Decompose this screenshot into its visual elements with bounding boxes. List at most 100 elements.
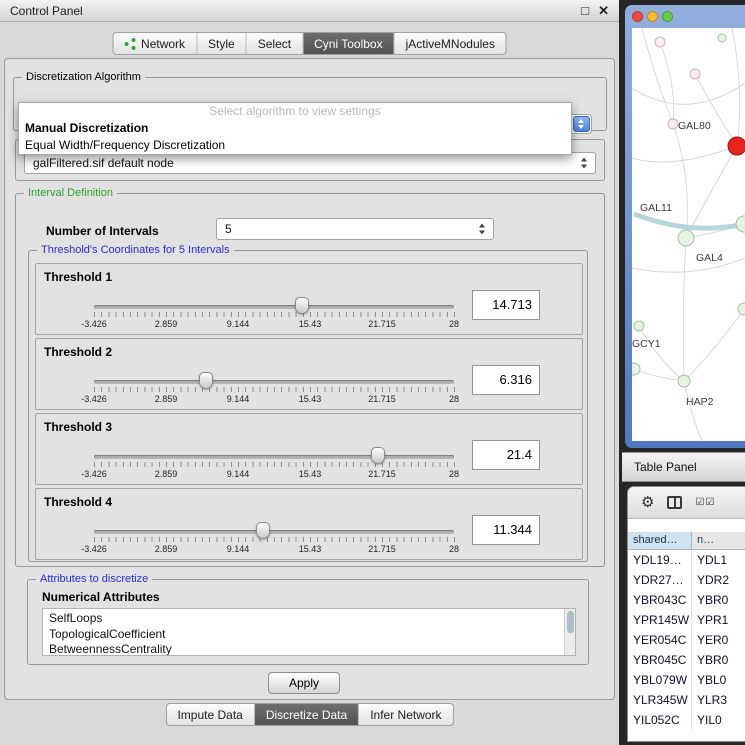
- close-window-icon[interactable]: [632, 11, 643, 22]
- attributes-list[interactable]: SelfLoopsTopologicalCoefficientBetweenne…: [42, 608, 576, 656]
- network-canvas-container[interactable]: GAL80GAL11GAL4GCY1HAP2: [632, 28, 745, 441]
- column-header-name[interactable]: n…: [692, 532, 745, 549]
- network-edge: [632, 258, 745, 272]
- apply-button[interactable]: Apply: [268, 672, 340, 694]
- combo-arrows-icon: [478, 223, 487, 236]
- node-label: HAP2: [686, 396, 714, 408]
- network-node-green[interactable]: [634, 321, 644, 331]
- select-columns-icon[interactable]: ☑☑: [695, 498, 715, 508]
- attributes-group-label: Attributes to discretize: [36, 572, 152, 586]
- network-node-green[interactable]: [718, 34, 726, 42]
- threshold-value-field[interactable]: 11.344: [472, 515, 540, 545]
- list-scrollbar[interactable]: [564, 609, 575, 655]
- algorithm-group: Discretization Algorithm Select algorith…: [13, 77, 607, 131]
- tab-label: Cyni Toolbox: [314, 37, 382, 51]
- tab-jactivemnodules[interactable]: jActiveMNodules: [395, 33, 506, 54]
- network-edge: [684, 309, 744, 381]
- cell-shared-name: YBL079W: [628, 670, 692, 690]
- dropdown-option[interactable]: Equal Width/Frequency Discretization: [19, 137, 571, 154]
- threshold-panel: Threshold 2-3.4262.8599.14415.4321.71528…: [35, 338, 583, 410]
- tab-label: Infer Network: [370, 708, 441, 722]
- tab-impute-data[interactable]: Impute Data: [166, 704, 254, 725]
- table-row[interactable]: YBR045CYBR0: [628, 650, 745, 670]
- close-panel-icon[interactable]: ✕: [598, 4, 609, 17]
- minimize-window-icon[interactable]: [647, 11, 658, 22]
- tick-label: 28: [449, 469, 459, 479]
- network-canvas[interactable]: GAL80GAL11GAL4GCY1HAP2: [632, 28, 745, 441]
- network-node-green[interactable]: [632, 363, 640, 375]
- slider-thumb[interactable]: [256, 522, 270, 539]
- network-node-red[interactable]: [728, 137, 745, 155]
- tick-label: 28: [449, 544, 459, 554]
- tick-label: 28: [449, 319, 459, 329]
- cell-shared-name: YLR345W: [628, 690, 692, 710]
- table-data-combobox[interactable]: galFiltered.sif default node: [24, 152, 596, 174]
- tab-style[interactable]: Style: [197, 33, 247, 54]
- threshold-value-field[interactable]: 6.316: [472, 365, 540, 395]
- column-header-shared-name[interactable]: shared…: [628, 532, 692, 549]
- tick-label: 2.859: [155, 469, 178, 479]
- thresholds-group: Threshold's Coordinates for 5 Intervals …: [28, 250, 588, 562]
- slider-ticks: [94, 312, 455, 317]
- tab-cyni-toolbox[interactable]: Cyni Toolbox: [303, 33, 394, 54]
- cell-name: YLR3: [692, 690, 745, 710]
- columns-icon[interactable]: [667, 496, 682, 509]
- algorithm-dropdown-list: Select algorithm to view settingsManual …: [18, 102, 572, 155]
- tab-network[interactable]: Network: [113, 33, 197, 54]
- table-panel-titlebar: Table Panel: [622, 452, 745, 482]
- slider-track[interactable]: [94, 380, 454, 384]
- list-item[interactable]: TopologicalCoefficient: [43, 627, 575, 643]
- cell-shared-name: YBR043C: [628, 590, 692, 610]
- dropdown-option[interactable]: Manual Discretization: [19, 120, 571, 137]
- table-row[interactable]: YBL079WYBL0: [628, 670, 745, 690]
- network-edge: [683, 238, 686, 381]
- table-row[interactable]: YDL19…YDL1: [628, 550, 745, 570]
- network-edge: [695, 74, 737, 146]
- interval-definition-label: Interval Definition: [24, 186, 117, 200]
- tab-select[interactable]: Select: [247, 33, 303, 54]
- table-row[interactable]: YDR27…YDR2: [628, 570, 745, 590]
- node-label: GAL80: [678, 120, 711, 132]
- list-item[interactable]: SelfLoops: [43, 611, 575, 627]
- list-item[interactable]: BetweennessCentrality: [43, 642, 575, 656]
- tick-label: 28: [449, 394, 459, 404]
- slider-thumb[interactable]: [371, 447, 385, 464]
- slider-track[interactable]: [94, 455, 454, 459]
- network-node-pink[interactable]: [668, 119, 678, 129]
- tab-discretize-data[interactable]: Discretize Data: [255, 704, 359, 725]
- network-window-titlebar[interactable]: [625, 5, 745, 28]
- tick-label: 2.859: [155, 394, 178, 404]
- network-node-green[interactable]: [678, 230, 694, 246]
- threshold-panel: Threshold 1-3.4262.8599.14415.4321.71528…: [35, 263, 583, 335]
- slider-track[interactable]: [94, 530, 454, 534]
- network-edge: [632, 146, 737, 162]
- scrollbar-thumb[interactable]: [567, 611, 574, 633]
- network-node-green[interactable]: [736, 216, 745, 232]
- network-node-green[interactable]: [678, 375, 690, 387]
- slider-track[interactable]: [94, 305, 454, 309]
- threshold-panel: Threshold 4-3.4262.8599.14415.4321.71528…: [35, 488, 583, 560]
- network-node-pink[interactable]: [690, 69, 700, 79]
- slider-thumb[interactable]: [295, 297, 309, 314]
- table-row[interactable]: YER054CYER0: [628, 630, 745, 650]
- threshold-value-field[interactable]: 14.713: [472, 290, 540, 320]
- number-of-intervals-combobox[interactable]: 5: [216, 218, 494, 240]
- table-row[interactable]: YPR145WYPR1: [628, 610, 745, 630]
- table-row[interactable]: YBR043CYBR0: [628, 590, 745, 610]
- tab-label: Select: [258, 37, 291, 51]
- table-row[interactable]: YIL052CYIL0: [628, 710, 745, 730]
- zoom-window-icon[interactable]: [662, 11, 673, 22]
- table-row[interactable]: YLR345WYLR3: [628, 690, 745, 710]
- tab-infer-network[interactable]: Infer Network: [359, 704, 452, 725]
- float-window-icon[interactable]: □: [581, 4, 589, 17]
- network-node-pink[interactable]: [655, 37, 665, 47]
- threshold-value-field[interactable]: 21.4: [472, 440, 540, 470]
- gear-icon[interactable]: ⚙: [641, 495, 654, 510]
- tick-label: 9.144: [227, 469, 250, 479]
- tick-label: 9.144: [227, 394, 250, 404]
- threshold-label: Threshold 2: [44, 345, 112, 359]
- cell-name: YBR0: [692, 650, 745, 670]
- slider-thumb[interactable]: [199, 372, 213, 389]
- network-node-green[interactable]: [738, 303, 745, 315]
- combo-stepper-icon[interactable]: [573, 116, 590, 132]
